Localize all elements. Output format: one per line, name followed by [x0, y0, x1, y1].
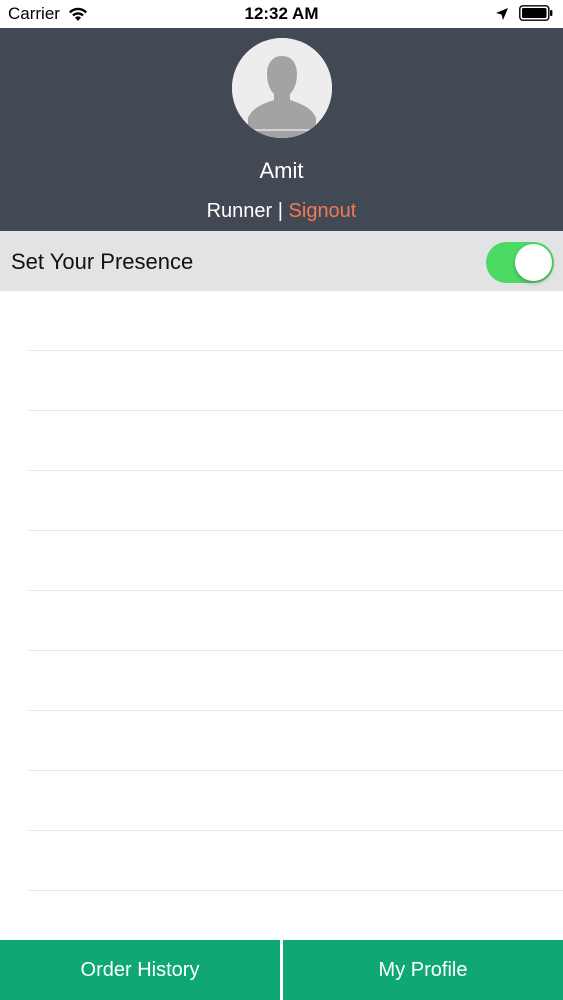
battery-icon — [519, 5, 553, 21]
person-placeholder-icon — [232, 38, 332, 138]
presence-toggle[interactable] — [486, 242, 554, 283]
location-arrow-icon — [495, 6, 509, 20]
list-item[interactable] — [28, 591, 563, 651]
role-line: Runner | Signout — [0, 200, 563, 223]
list-item[interactable] — [28, 831, 563, 891]
list-item[interactable] — [28, 771, 563, 831]
menu-list — [0, 291, 563, 940]
profile-header: Amit Runner | Signout — [0, 28, 563, 231]
user-role: Runner — [206, 200, 273, 222]
presence-row: Set Your Presence — [0, 231, 563, 291]
wifi-icon — [68, 6, 88, 22]
list-item[interactable] — [28, 291, 563, 351]
bottom-bar: Order History My Profile — [0, 940, 563, 1000]
toggle-knob — [515, 244, 552, 281]
list-item[interactable] — [28, 711, 563, 771]
list-item[interactable] — [28, 531, 563, 591]
app-screen: 12:32 AM Carrier Amit Runner | Signout S… — [0, 0, 563, 1000]
my-profile-button[interactable]: My Profile — [283, 940, 563, 1000]
list-item[interactable] — [28, 471, 563, 531]
status-bar: 12:32 AM Carrier — [0, 0, 563, 28]
status-left: Carrier — [8, 4, 88, 24]
list-item[interactable] — [28, 351, 563, 411]
presence-label: Set Your Presence — [11, 249, 194, 274]
signout-link[interactable]: Signout — [289, 200, 357, 222]
role-separator: | — [272, 200, 289, 222]
list-item[interactable] — [28, 651, 563, 711]
carrier-label: Carrier — [8, 4, 60, 23]
avatar[interactable] — [232, 38, 332, 138]
user-name: Amit — [259, 158, 304, 183]
order-history-button[interactable]: Order History — [0, 940, 280, 1000]
status-right — [495, 5, 553, 21]
list-item[interactable] — [28, 411, 563, 471]
